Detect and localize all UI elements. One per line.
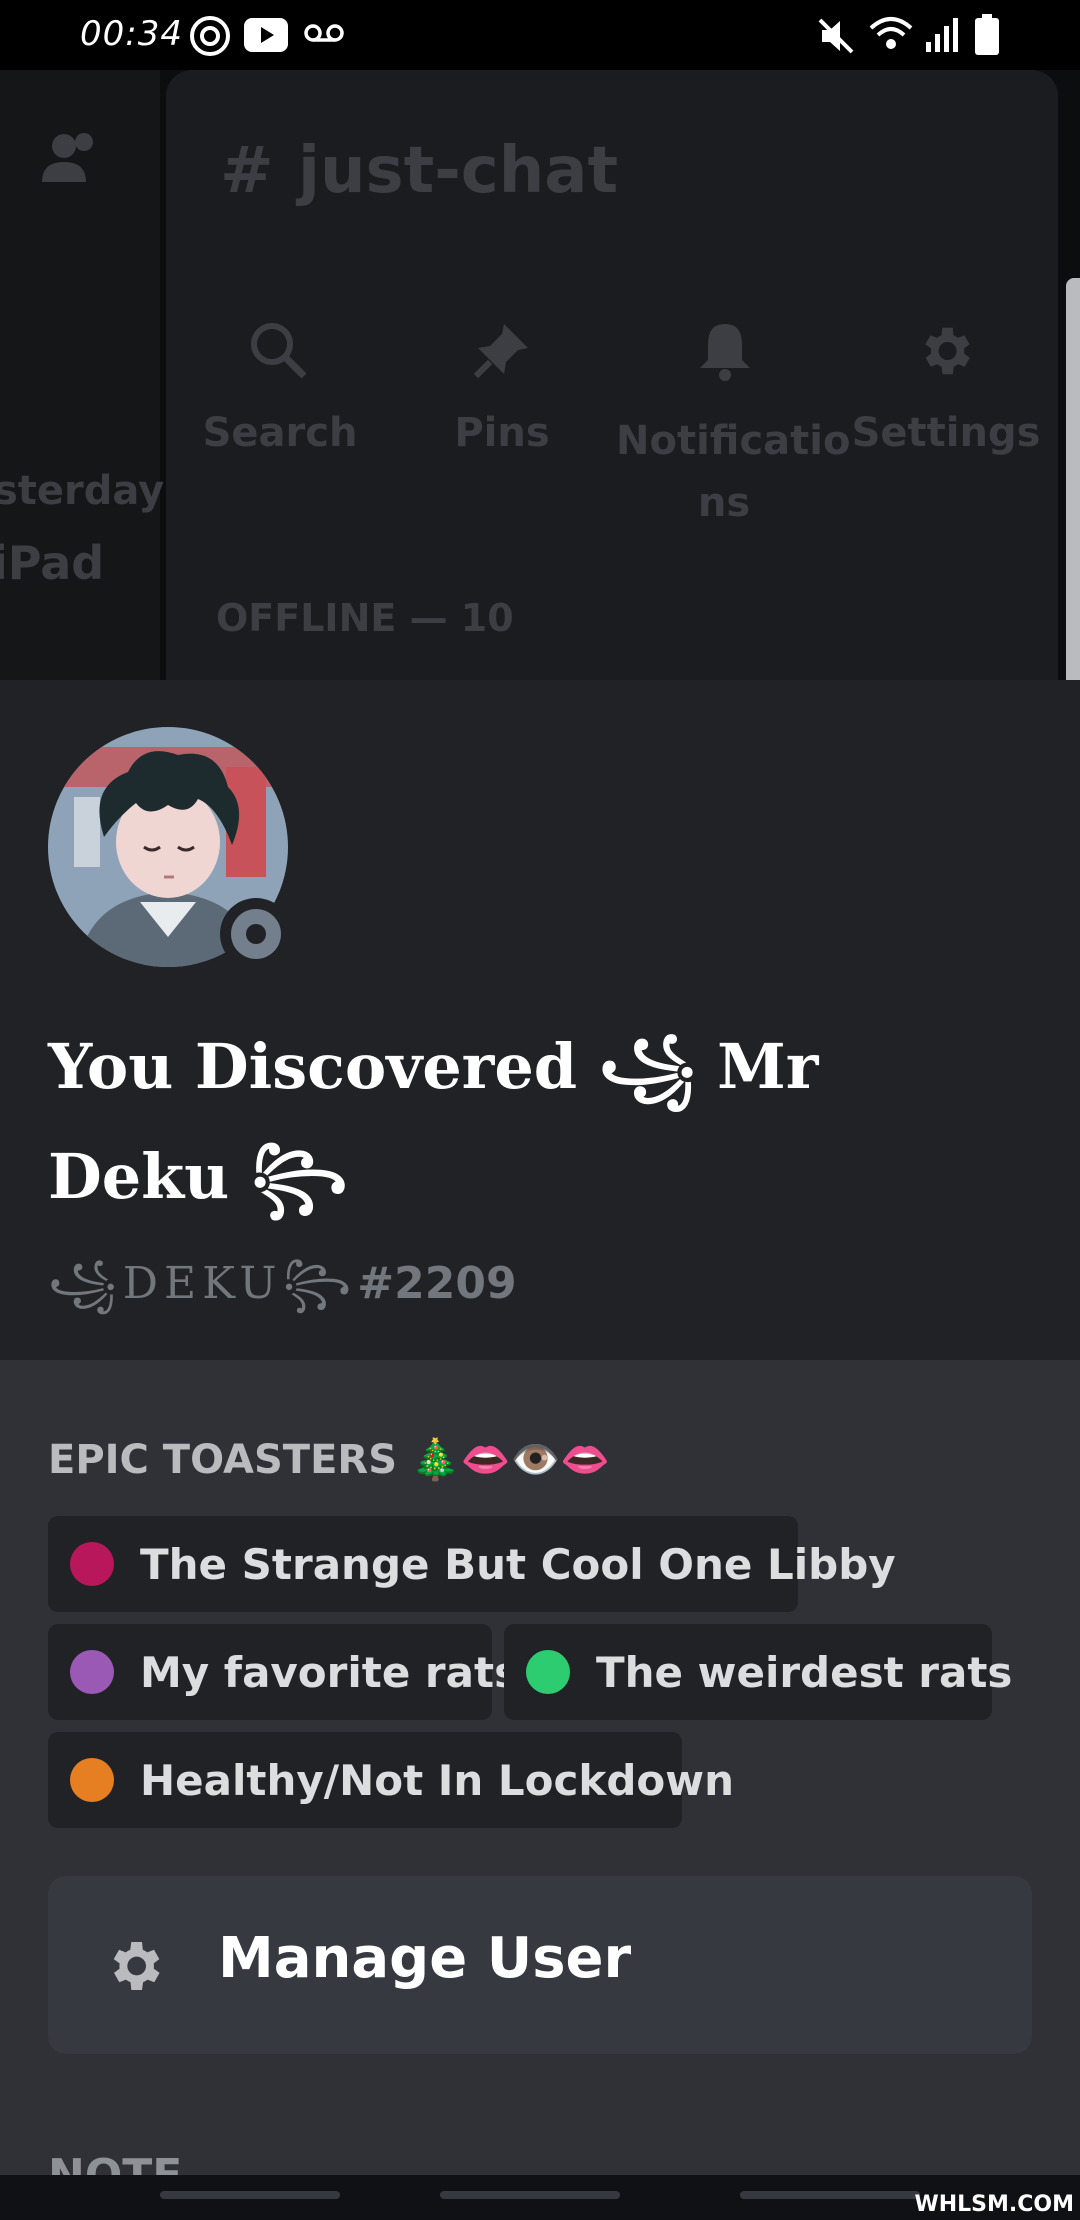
members-icon[interactable] <box>40 130 104 184</box>
role-color-dot <box>70 1542 114 1586</box>
role-name: Healthy/Not In Lockdown <box>140 1755 734 1805</box>
role-pill[interactable]: Healthy/Not In Lockdown <box>48 1732 734 1828</box>
role-pill[interactable]: The weirdest rats <box>504 1624 1012 1720</box>
role-color-dot <box>526 1650 570 1694</box>
role-pill[interactable]: The Strange But Cool One Libby <box>48 1516 896 1612</box>
profile-username: ꧁DEKU꧂#2209 <box>48 1250 517 1339</box>
username-discriminator: #2209 <box>357 1258 517 1309</box>
role-name: The Strange But Cool One Libby <box>140 1539 896 1589</box>
battery-icon <box>975 14 999 55</box>
bg-side-text-1: sterday <box>0 468 165 514</box>
action-label: Pins <box>454 410 550 456</box>
action-label: Search <box>202 410 358 456</box>
status-indicator-hole <box>246 924 266 944</box>
voicemail-icon <box>304 24 344 42</box>
pin-icon <box>473 324 528 379</box>
channel-name: just-chat <box>298 134 619 208</box>
gear-icon <box>925 327 970 375</box>
profile-nickname: You Discovered ꧁ Mr Deku ꧂ <box>48 1030 819 1213</box>
nav-recents-button[interactable] <box>160 2191 340 2199</box>
youtube-icon <box>244 18 288 52</box>
bell-icon <box>700 324 750 381</box>
status-bar: 00:34 <box>0 0 1080 70</box>
wifi-icon <box>869 17 913 49</box>
channel-action-pins[interactable]: Pins <box>402 320 602 456</box>
mute-icon <box>818 18 854 54</box>
channel-action-settings[interactable]: Settings <box>846 320 1046 456</box>
role-color-dot <box>70 1758 114 1802</box>
bg-side-text-2: iPad <box>0 536 105 590</box>
scrollbar-handle[interactable] <box>1066 278 1080 688</box>
role-name: My favorite rats <box>140 1647 520 1697</box>
role-color-dot <box>70 1650 114 1694</box>
status-time: 00:34 <box>80 14 183 54</box>
threads-icon <box>190 16 230 56</box>
username-text: ꧁DEKU꧂ <box>48 1258 358 1309</box>
watermark: WHLSM.COM <box>914 2192 1074 2217</box>
gear-icon <box>113 1942 160 1990</box>
action-label: Settings <box>851 410 1041 456</box>
role-name: The weirdest rats <box>596 1647 1013 1697</box>
nav-home-button[interactable] <box>440 2191 620 2199</box>
channel-action-notifications[interactable]: Notificatio ns <box>616 320 850 526</box>
signal-icon <box>926 18 958 52</box>
role-pill[interactable]: My favorite rats <box>48 1624 519 1720</box>
search-icon <box>251 323 307 379</box>
nav-back-button[interactable] <box>740 2191 920 2199</box>
action-label: Notificatio ns <box>616 418 851 526</box>
manage-user-label: Manage User <box>218 1926 632 1991</box>
channel-action-search[interactable]: Search <box>180 320 380 456</box>
member-section-header: OFFLINE — 10 <box>216 596 514 640</box>
channel-hash-icon: # <box>220 134 274 208</box>
manage-user-button[interactable]: Manage User <box>48 1876 1032 2054</box>
roles-section-title: EPIC TOASTERS 🎄👄👁️👄 <box>48 1437 611 1483</box>
